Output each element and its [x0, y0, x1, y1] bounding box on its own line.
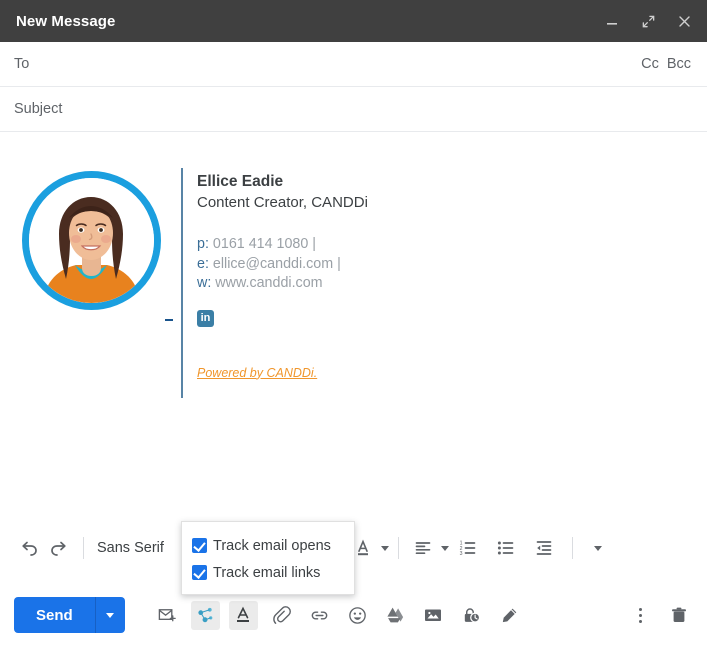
insert-link-button[interactable] — [305, 601, 334, 630]
message-body[interactable]: Ellice Eadie Content Creator, CANDDi p: … — [0, 133, 707, 521]
confidential-mode-icon — [464, 607, 480, 623]
send-options-icon — [106, 612, 115, 618]
window-title: New Message — [16, 12, 116, 30]
signature-phone-line: p: 0161 414 1080 | — [197, 235, 647, 255]
avatar-illustration — [29, 178, 154, 303]
bulleted-list-icon — [497, 541, 514, 555]
canddi-track-icon — [198, 607, 213, 622]
align-left-icon — [408, 533, 438, 563]
phone-value: 0161 414 1080 | — [212, 236, 317, 252]
canddi-track-button[interactable] — [190, 600, 220, 630]
email-value: ellice@canddi.com | — [212, 255, 341, 272]
checkbox-checked-icon[interactable] — [192, 565, 207, 580]
expand-button[interactable] — [637, 10, 659, 32]
numbered-list-button[interactable]: 1 2 3 — [449, 533, 487, 563]
insert-photo-icon — [425, 609, 442, 621]
attach-file-icon — [273, 606, 292, 624]
ccbcc-group: Cc Bcc — [641, 56, 707, 72]
minimize-icon — [607, 23, 617, 25]
redo-button[interactable] — [44, 533, 74, 563]
insert-signature-button[interactable] — [495, 601, 524, 630]
web-value: www.canddi.com — [215, 275, 323, 291]
undo-button[interactable] — [14, 533, 44, 563]
indent-decrease-button[interactable] — [525, 533, 563, 563]
window-titlebar: New Message — [0, 0, 707, 42]
insert-photo-button[interactable] — [419, 601, 448, 630]
checkbox-checked-icon[interactable] — [192, 538, 207, 553]
confidential-mode-button[interactable] — [457, 601, 486, 630]
insert-template-icon — [158, 608, 176, 621]
signature-role: Content Creator, CANDDi — [197, 194, 368, 211]
insert-template-button[interactable] — [153, 601, 182, 630]
undo-icon — [22, 541, 37, 556]
cc-button[interactable]: Cc — [641, 56, 659, 72]
insert-emoji-button[interactable] — [343, 601, 372, 630]
minimize-button[interactable] — [601, 10, 623, 32]
powered-by-link[interactable]: Powered by CANDDi. — [197, 366, 317, 380]
send-options-button[interactable] — [94, 597, 125, 633]
web-key: w: — [197, 275, 212, 291]
signature-name: Ellice Eadie — [197, 173, 284, 190]
phone-key: p: — [197, 236, 209, 252]
subject-row: Subject — [0, 87, 707, 132]
email-key: e: — [197, 255, 209, 272]
signature-divider — [181, 168, 183, 398]
signature-dash — [165, 319, 173, 321]
send-group: Send — [14, 597, 125, 633]
bcc-button[interactable]: Bcc — [667, 56, 691, 72]
signature-contact: p: 0161 414 1080 | e: ellice@canddi.com … — [197, 235, 647, 294]
toolbar-divider — [83, 537, 84, 559]
formatting-options-icon — [237, 606, 250, 622]
toolbar-divider-2 — [397, 537, 399, 559]
discard-draft-button[interactable] — [664, 601, 693, 630]
close-icon — [678, 15, 690, 27]
subject-input[interactable]: Subject — [0, 101, 707, 117]
chevron-down-icon — [380, 545, 389, 551]
numbered-list-icon: 1 2 3 — [460, 541, 476, 557]
track-option-label: Track email opens — [213, 537, 331, 554]
signature-web-line: w: www.canddi.com — [197, 274, 647, 294]
svg-text:3: 3 — [460, 551, 463, 557]
insert-signature-icon — [502, 608, 516, 622]
chevron-down-icon — [440, 545, 449, 551]
font-family-selector[interactable]: Sans Serif — [93, 540, 168, 556]
more-formatting-button[interactable] — [582, 533, 612, 563]
signature-email-line: e: ellice@canddi.com | — [197, 255, 647, 275]
toolbar-divider-3 — [571, 537, 573, 559]
bulleted-list-button[interactable] — [487, 533, 525, 563]
attach-file-button[interactable] — [267, 601, 296, 630]
more-options-button[interactable] — [626, 601, 655, 630]
window-controls — [601, 10, 707, 32]
insert-drive-icon — [387, 607, 404, 623]
indent-decrease-icon — [536, 541, 552, 555]
more-formatting-icon — [594, 545, 603, 551]
insert-link-icon — [311, 610, 327, 620]
track-options-popup: Track email opens Track email links — [181, 521, 355, 595]
track-email-opens-option[interactable]: Track email opens — [192, 532, 346, 559]
to-input[interactable]: To — [0, 56, 641, 72]
track-email-links-option[interactable]: Track email links — [192, 559, 346, 586]
avatar — [22, 171, 161, 310]
linkedin-icon[interactable]: in — [197, 309, 214, 327]
formatting-options-button[interactable] — [228, 600, 258, 630]
align-button[interactable] — [408, 533, 449, 563]
more-options-icon — [639, 607, 642, 623]
expand-icon — [642, 15, 654, 27]
email-signature: Ellice Eadie Content Creator, CANDDi p: … — [0, 133, 707, 398]
recipients-row: To Cc Bcc — [0, 42, 707, 87]
send-button[interactable]: Send — [14, 597, 95, 633]
avatar-ring — [22, 171, 161, 310]
track-option-label: Track email links — [213, 564, 321, 581]
insert-drive-button[interactable] — [381, 601, 410, 630]
close-button[interactable] — [673, 10, 695, 32]
insert-emoji-icon — [348, 606, 366, 624]
discard-draft-icon — [671, 607, 686, 622]
signature-text: Ellice Eadie Content Creator, CANDDi p: … — [197, 171, 647, 382]
compose-window: New Message To Cc Bcc Subject Ellice Ead… — [0, 0, 707, 647]
redo-icon — [51, 541, 66, 556]
linkedin-label: in — [200, 311, 211, 324]
